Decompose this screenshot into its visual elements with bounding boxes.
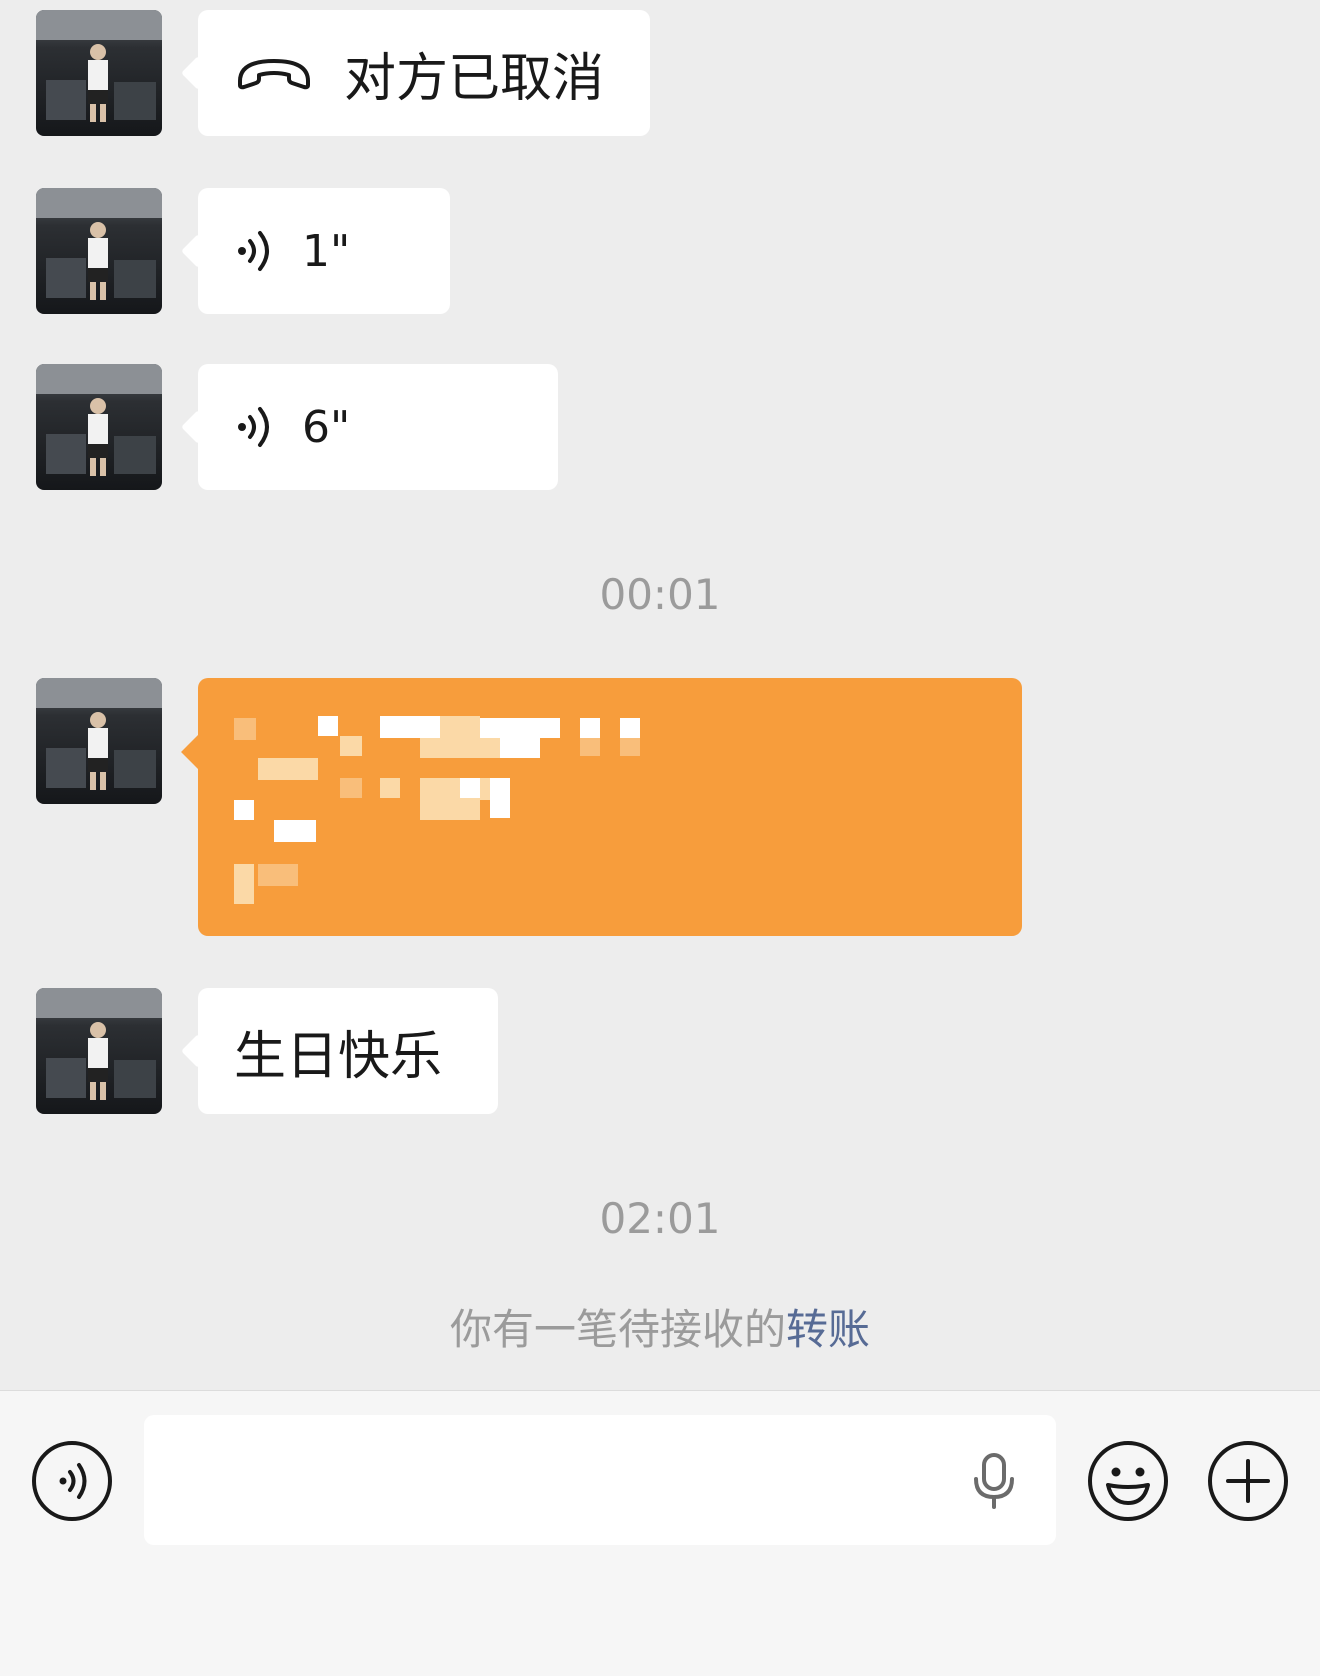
contact-avatar[interactable] bbox=[36, 10, 162, 136]
message-input[interactable] bbox=[144, 1415, 1056, 1545]
contact-avatar[interactable] bbox=[36, 188, 162, 314]
plus-icon bbox=[1208, 1441, 1288, 1521]
emoji-icon bbox=[1088, 1441, 1168, 1521]
voice-wave-icon bbox=[238, 407, 269, 447]
call-message-bubble[interactable]: 对方已取消 bbox=[198, 10, 650, 136]
message-text: 生日快乐 bbox=[234, 1026, 443, 1087]
voice-wave-icon bbox=[238, 231, 269, 271]
phone-hangup-icon bbox=[238, 59, 310, 90]
system-notice-text: 你有一笔待接收的 bbox=[449, 1305, 786, 1354]
contact-avatar[interactable] bbox=[36, 364, 162, 490]
message-timestamp: 00:01 bbox=[599, 570, 721, 619]
contact-avatar[interactable] bbox=[36, 988, 162, 1114]
transfer-card-pixelated[interactable] bbox=[198, 678, 1022, 936]
voice-message-bubble[interactable]: 6" bbox=[198, 364, 558, 490]
more-button[interactable] bbox=[1206, 1439, 1290, 1523]
message-timestamp: 02:01 bbox=[599, 1194, 721, 1243]
microphone-icon bbox=[974, 1453, 1014, 1509]
transfer-link[interactable]: 转账 bbox=[786, 1305, 870, 1354]
voice-duration: 6" bbox=[302, 401, 351, 453]
voice-mode-button[interactable] bbox=[30, 1439, 114, 1523]
voice-message-bubble[interactable]: 1" bbox=[198, 188, 450, 314]
text-message-bubble[interactable]: 生日快乐 bbox=[198, 988, 498, 1114]
microphone-button[interactable] bbox=[972, 1453, 1016, 1509]
voice-duration: 1" bbox=[302, 225, 351, 277]
emoji-button[interactable] bbox=[1086, 1439, 1170, 1523]
voice-mode-icon bbox=[32, 1441, 112, 1521]
call-status-text: 对方已取消 bbox=[344, 48, 605, 109]
input-toolbar bbox=[0, 1390, 1320, 1676]
system-notice: 你有一笔待接收的转账 bbox=[0, 1296, 1320, 1357]
chat-history[interactable]: 对方已取消 1" 6" 00:01 生日快乐 02:01 你有一笔待接收的转账 bbox=[0, 0, 1320, 1390]
contact-avatar[interactable] bbox=[36, 678, 162, 804]
